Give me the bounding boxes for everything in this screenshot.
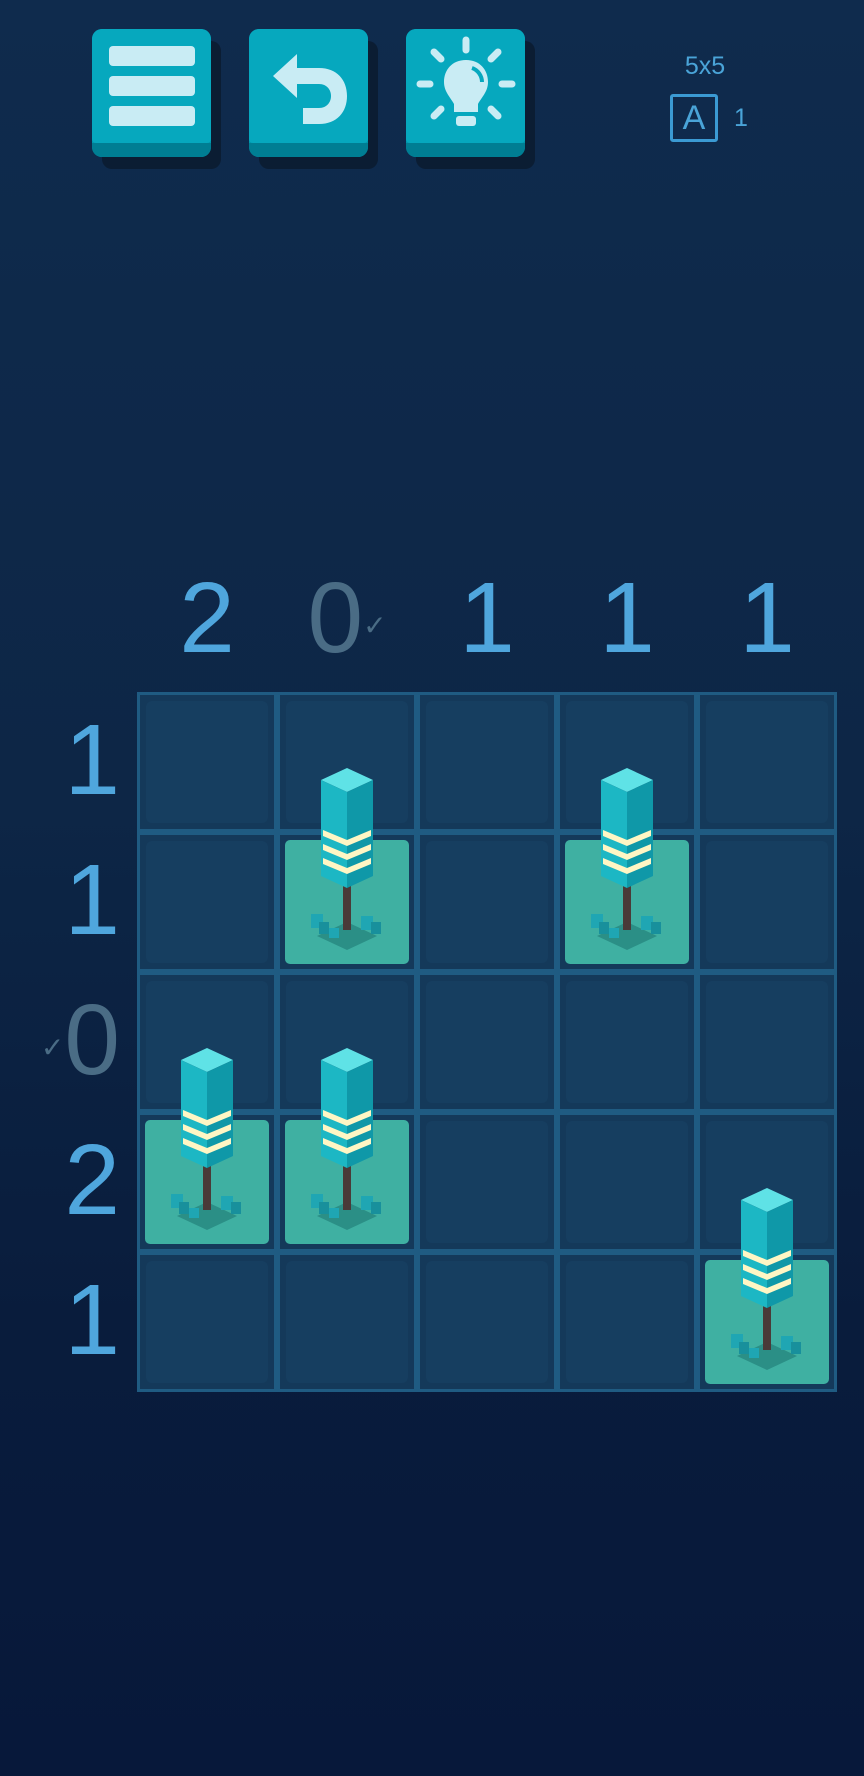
lamp-r2-c4[interactable] bbox=[565, 764, 689, 964]
grid-cell-r5-c4[interactable] bbox=[557, 1252, 697, 1392]
grid-cell-r3-c3[interactable] bbox=[417, 972, 557, 1112]
cell-tile bbox=[566, 1121, 688, 1243]
hamburger-menu-icon bbox=[108, 46, 195, 126]
check-icon: ✓ bbox=[363, 609, 387, 641]
grid-cell-r1-c3[interactable] bbox=[417, 692, 557, 832]
grid-cell-r1-c5[interactable] bbox=[697, 692, 837, 832]
lamp-r4-c2[interactable] bbox=[285, 1044, 409, 1244]
undo-button[interactable] bbox=[249, 29, 368, 157]
undo-arrow-icon bbox=[272, 54, 347, 124]
level-badge: A bbox=[670, 94, 718, 142]
column-clue-2: 0✓ bbox=[307, 562, 387, 674]
check-icon: ✓ bbox=[40, 1031, 65, 1063]
grid-cell-r4-c4[interactable] bbox=[557, 1112, 697, 1252]
street-lamp-icon bbox=[311, 1048, 381, 1230]
cell-tile bbox=[286, 1261, 408, 1383]
grid-cell-r3-c5[interactable] bbox=[697, 972, 837, 1112]
row-clue-2: 1 bbox=[64, 844, 120, 956]
grid-cell-r2-c3[interactable] bbox=[417, 832, 557, 972]
cell-tile bbox=[566, 1261, 688, 1383]
column-clue-5: 1 bbox=[739, 562, 795, 674]
cell-tile bbox=[426, 841, 548, 963]
level-info: 5x5 A 1 bbox=[660, 48, 750, 158]
grid-cell-r2-c5[interactable] bbox=[697, 832, 837, 972]
cell-tile bbox=[426, 701, 548, 823]
street-lamp-icon bbox=[591, 768, 661, 950]
grid-cell-r5-c2[interactable] bbox=[277, 1252, 417, 1392]
lamp-r4-c1[interactable] bbox=[145, 1044, 269, 1244]
cell-tile bbox=[426, 1121, 548, 1243]
cell-tile bbox=[706, 981, 828, 1103]
column-clue-4: 1 bbox=[599, 562, 655, 674]
level-badge-count: 1 bbox=[734, 104, 748, 132]
row-clue-5: 1 bbox=[64, 1264, 120, 1376]
street-lamp-icon bbox=[311, 768, 381, 950]
cell-tile bbox=[706, 841, 828, 963]
grid-cell-r4-c3[interactable] bbox=[417, 1112, 557, 1252]
cell-tile bbox=[146, 1261, 268, 1383]
column-clue-3: 1 bbox=[459, 562, 515, 674]
cell-tile bbox=[706, 701, 828, 823]
cell-tile bbox=[426, 1261, 548, 1383]
lightbulb-hint-icon bbox=[416, 36, 515, 126]
lamp-r5-c5[interactable] bbox=[705, 1184, 829, 1384]
row-clue-1: 1 bbox=[64, 704, 120, 816]
grid-cell-r2-c1[interactable] bbox=[137, 832, 277, 972]
row-clue-3: ✓0 bbox=[40, 984, 120, 1096]
grid-cell-r1-c1[interactable] bbox=[137, 692, 277, 832]
toolbar: 5x5 A 1 bbox=[0, 0, 864, 180]
cell-tile bbox=[426, 981, 548, 1103]
level-size-label: 5x5 bbox=[684, 52, 726, 80]
cell-tile bbox=[146, 841, 268, 963]
grid-cell-r5-c1[interactable] bbox=[137, 1252, 277, 1392]
menu-button[interactable] bbox=[92, 29, 211, 157]
street-lamp-icon bbox=[731, 1188, 801, 1370]
lamp-r2-c2[interactable] bbox=[285, 764, 409, 964]
cell-tile bbox=[566, 981, 688, 1103]
cell-tile bbox=[146, 701, 268, 823]
row-clue-4: 2 bbox=[64, 1124, 120, 1236]
column-clue-1: 2 bbox=[179, 562, 235, 674]
hint-button[interactable] bbox=[406, 29, 525, 157]
grid-cell-r3-c4[interactable] bbox=[557, 972, 697, 1112]
grid-cell-r5-c3[interactable] bbox=[417, 1252, 557, 1392]
street-lamp-icon bbox=[171, 1048, 241, 1230]
